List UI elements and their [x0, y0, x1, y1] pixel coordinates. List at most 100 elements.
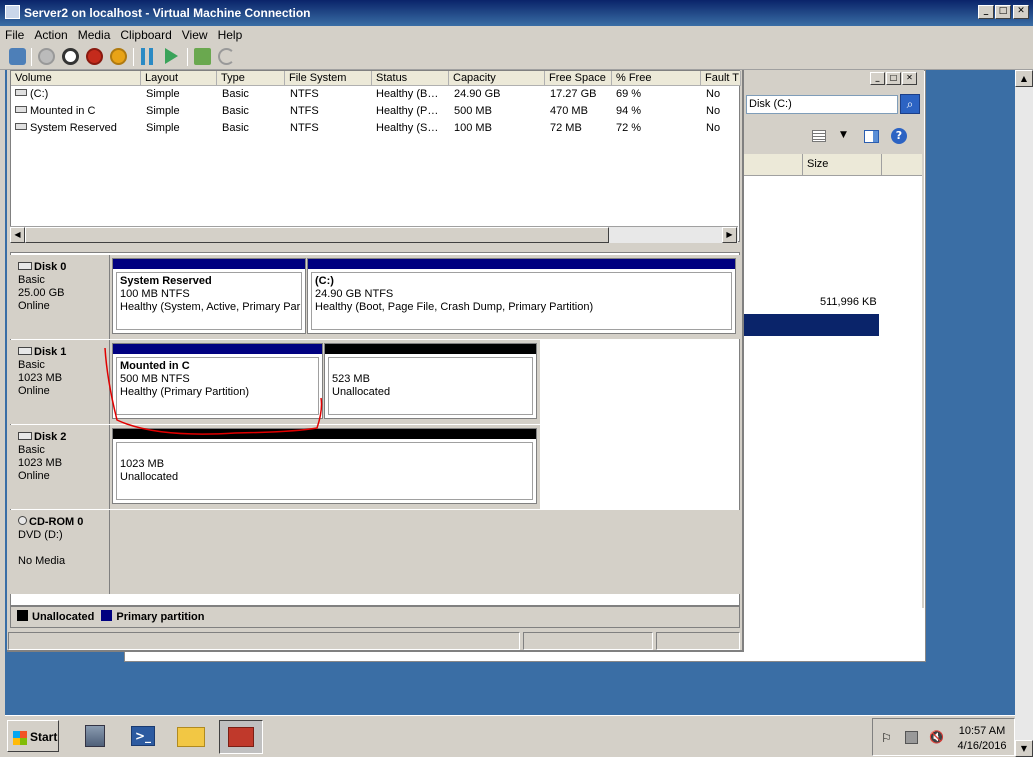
disk0-label[interactable]: Disk 0 Basic 25.00 GB Online: [10, 255, 110, 339]
partition-body: System Reserved 100 MB NTFS Healthy (Sys…: [116, 272, 302, 330]
help-icon[interactable]: ?: [891, 128, 907, 144]
status-cell: [523, 632, 653, 650]
turn-off-icon[interactable]: [62, 48, 79, 65]
drive-icon: [15, 123, 27, 130]
col-volume[interactable]: Volume: [11, 71, 141, 86]
partition-bar: [113, 259, 305, 269]
table-row[interactable]: (C:): [15, 88, 48, 100]
partition-status: Healthy (Boot, Page File, Crash Dump, Pr…: [315, 301, 594, 313]
snapshot-icon[interactable]: [194, 48, 211, 65]
close-button[interactable]: ✕: [1013, 5, 1029, 19]
scroll-left-icon[interactable]: ◀: [10, 227, 25, 243]
menu-action[interactable]: Action: [29, 26, 72, 42]
vertical-scrollbar[interactable]: ▲ ▼: [1015, 70, 1033, 757]
partition-body: (C:) 24.90 GB NTFS Healthy (Boot, Page F…: [311, 272, 732, 330]
cell-layout: Simple: [146, 88, 180, 100]
toolbar-separator: [31, 48, 32, 66]
save-state-icon[interactable]: [110, 48, 127, 65]
revert-icon[interactable]: [218, 48, 235, 65]
menu-media[interactable]: Media: [73, 26, 116, 42]
horizontal-scrollbar[interactable]: ◀ ▶: [10, 226, 738, 243]
partition-title: System Reserved: [120, 275, 212, 287]
partition-system-reserved[interactable]: System Reserved 100 MB NTFS Healthy (Sys…: [112, 258, 306, 334]
scroll-thumb[interactable]: [25, 227, 609, 243]
cell-layout: Simple: [146, 122, 180, 134]
cdrom-row: [110, 510, 740, 594]
scroll-right-icon[interactable]: ▶: [722, 227, 737, 243]
taskbar-explorer[interactable]: [171, 720, 215, 754]
table-row[interactable]: Mounted in C: [15, 105, 95, 117]
bg-close-button[interactable]: ✕: [902, 72, 917, 85]
menu-view[interactable]: View: [177, 26, 213, 42]
bg-maximize-button[interactable]: □: [886, 72, 901, 85]
partition-status: Healthy (System, Active, Primary Par: [120, 301, 301, 313]
partition-c[interactable]: (C:) 24.90 GB NTFS Healthy (Boot, Page F…: [307, 258, 736, 334]
pause-icon[interactable]: [141, 48, 153, 65]
partition-bar: [308, 259, 735, 269]
taskbar-computer-management[interactable]: [219, 720, 263, 754]
start-icon[interactable]: [38, 48, 55, 65]
partition-status: Unallocated: [332, 386, 391, 398]
volume-muted-icon[interactable]: 🔇: [929, 730, 944, 744]
resume-icon[interactable]: [165, 48, 178, 64]
disk-icon: [18, 432, 32, 440]
legend: Unallocated Primary partition: [10, 606, 740, 628]
view-options-icon[interactable]: [812, 130, 826, 142]
taskbar-server-manager[interactable]: [75, 720, 119, 754]
cell-free: 17.27 GB: [550, 88, 597, 100]
vm-title-bar[interactable]: Server2 on localhost - Virtual Machine C…: [0, 0, 1033, 26]
flag-icon[interactable]: ⚐: [881, 731, 892, 745]
system-tray: ⚐ 🔇 10:57 AM 4/16/2016: [872, 718, 1015, 756]
chevron-down-icon[interactable]: ▼: [840, 130, 847, 140]
minimize-button[interactable]: _: [978, 5, 994, 19]
menu-clipboard[interactable]: Clipboard: [115, 26, 176, 42]
vm-connection-icon: [5, 5, 20, 19]
partition-body: 1023 MB Unallocated: [116, 442, 533, 500]
preview-pane-icon[interactable]: [864, 130, 879, 143]
col-free-space[interactable]: Free Space: [545, 71, 612, 86]
bg-minimize-button[interactable]: _: [870, 72, 885, 85]
col-capacity[interactable]: Capacity: [449, 71, 545, 86]
maximize-button[interactable]: □: [995, 5, 1011, 19]
col-layout[interactable]: Layout: [141, 71, 217, 86]
cell-fault: No: [706, 105, 721, 117]
start-button[interactable]: Start: [7, 720, 59, 752]
shutdown-icon[interactable]: [86, 48, 103, 65]
size-column-header[interactable]: Size: [802, 154, 882, 176]
cell-type: Basic: [222, 122, 249, 134]
disk-icon: [18, 262, 32, 270]
scroll-up-icon[interactable]: ▲: [1015, 70, 1033, 87]
windows-logo-icon: [13, 731, 27, 745]
search-icon[interactable]: ⌕: [900, 94, 920, 114]
col-percent-free[interactable]: % Free: [612, 71, 701, 86]
menu-bar: File Action Media Clipboard View Help: [0, 26, 1033, 44]
server-manager-icon: [85, 725, 105, 747]
toolbar-separator: [133, 48, 134, 66]
cell-layout: Simple: [146, 105, 180, 117]
selected-row[interactable]: [744, 314, 879, 336]
menu-file[interactable]: File: [0, 26, 29, 42]
partition-size: 100 MB NTFS: [120, 288, 190, 300]
legend-unallocated: Unallocated: [32, 611, 95, 623]
search-input[interactable]: Disk (C:): [746, 95, 898, 114]
ctrl-alt-del-icon[interactable]: [9, 48, 26, 65]
cdrom-label[interactable]: CD-ROM 0 DVD (D:) No Media: [10, 510, 110, 594]
clock[interactable]: 10:57 AM 4/16/2016: [951, 724, 1013, 754]
col-file-system[interactable]: File System: [285, 71, 372, 86]
cell-fs: NTFS: [290, 105, 319, 117]
drive-icon: [15, 106, 27, 113]
cell-pct: 72 %: [616, 122, 642, 134]
status-cell: [656, 632, 740, 650]
menu-help[interactable]: Help: [213, 26, 248, 42]
background-window-controls: _ □ ✕: [870, 70, 924, 85]
partition-unallocated[interactable]: 523 MB Unallocated: [324, 343, 537, 419]
cell-type: Basic: [222, 105, 249, 117]
toolbar-separator: [187, 48, 188, 66]
table-row[interactable]: System Reserved: [15, 122, 117, 134]
scroll-down-icon[interactable]: ▼: [1015, 740, 1033, 757]
network-icon[interactable]: [905, 731, 918, 744]
col-fault-tolerance[interactable]: Fault T: [701, 71, 741, 86]
taskbar-powershell[interactable]: >_: [123, 720, 167, 754]
col-type[interactable]: Type: [217, 71, 285, 86]
col-status[interactable]: Status: [372, 71, 449, 86]
